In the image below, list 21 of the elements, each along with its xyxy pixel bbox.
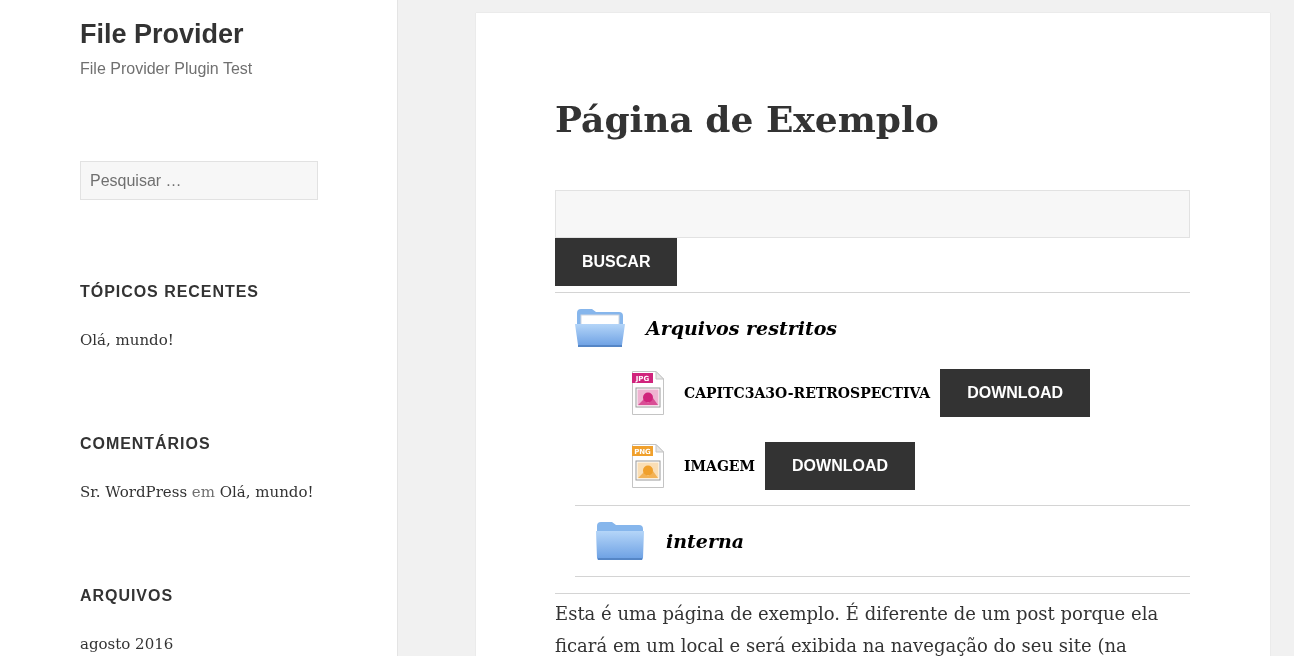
- entry-link[interactable]: Olá, mundo!: [219, 483, 314, 501]
- entry-link[interactable]: Olá, mundo!: [80, 331, 174, 349]
- site-title[interactable]: File Provider: [80, 18, 244, 50]
- download-button[interactable]: DOWNLOAD: [765, 442, 916, 490]
- entry-link[interactable]: Sr. WordPress: [80, 483, 188, 501]
- widget-entry: Sr. WordPress em Olá, mundo!: [80, 482, 314, 503]
- search-button[interactable]: BUSCAR: [555, 238, 678, 286]
- body-paragraph: Esta é uma página de exemplo. É diferente de um post porque ela ficará em um local e será exibida na navegação do seu site (na: [555, 601, 1160, 656]
- site-tagline: File Provider Plugin Test: [80, 59, 253, 79]
- entry-link[interactable]: agosto 2016: [80, 635, 174, 653]
- widget-heading: ARQUIVOS: [80, 586, 174, 606]
- file-search-field[interactable]: [555, 190, 1190, 238]
- widget-heading: TÓPICOS RECENTES: [80, 282, 259, 302]
- file-name: CAPITC3A3O-RETROSPECTIVA: [684, 383, 931, 403]
- page-title: Página de Exemplo: [555, 97, 940, 142]
- file-name: IMAGEM: [684, 456, 756, 476]
- folder-name[interactable]: interna: [666, 526, 745, 556]
- search-field[interactable]: Pesquisar …: [80, 161, 318, 200]
- download-button[interactable]: DOWNLOAD: [940, 369, 1091, 417]
- folder-name[interactable]: Arquivos restritos: [646, 313, 838, 343]
- widget-heading: COMENTÁRIOS: [80, 434, 211, 454]
